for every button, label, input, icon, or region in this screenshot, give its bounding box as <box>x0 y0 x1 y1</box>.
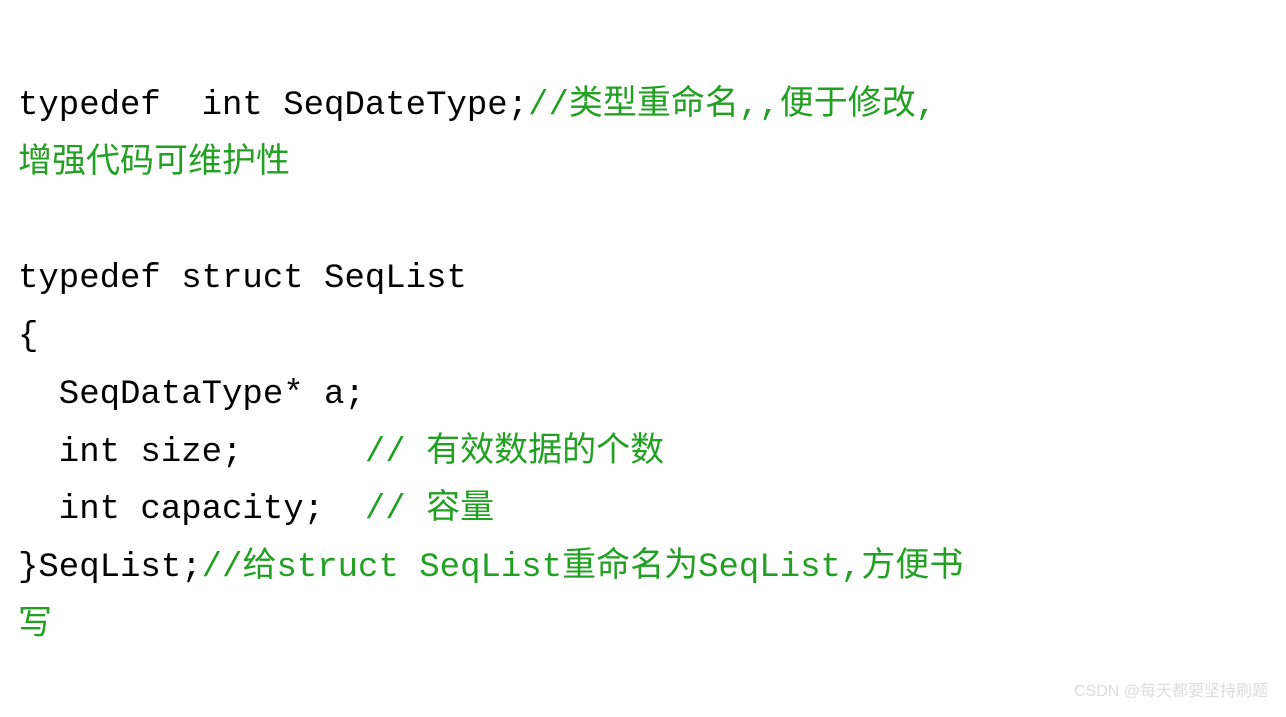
code-line-6: SeqDataType* a; <box>18 376 365 414</box>
code-line-7: int size; <box>18 434 365 472</box>
comment-line-1: //类型重命名,,便于修改, <box>528 87 936 125</box>
code-block: typedef int SeqDateType;//类型重命名,,便于修改, 增… <box>18 20 1268 656</box>
comment-line-7: // 有效数据的个数 <box>365 434 664 472</box>
comment-line-10: 写 <box>18 607 52 645</box>
code-line-4: typedef struct SeqList <box>18 260 467 298</box>
code-line-5: { <box>18 318 38 356</box>
code-line-1: typedef int SeqDateType; <box>18 87 528 125</box>
comment-line-9: //给struct SeqList重命名为SeqList,方便书 <box>202 549 964 587</box>
comment-line-8: // 容量 <box>365 491 494 529</box>
comment-line-2: 增强代码可维护性 <box>18 145 290 183</box>
code-line-9: }SeqList; <box>18 549 202 587</box>
watermark: CSDN @每天都要坚持刷题 <box>1074 678 1268 705</box>
code-line-8: int capacity; <box>18 491 365 529</box>
